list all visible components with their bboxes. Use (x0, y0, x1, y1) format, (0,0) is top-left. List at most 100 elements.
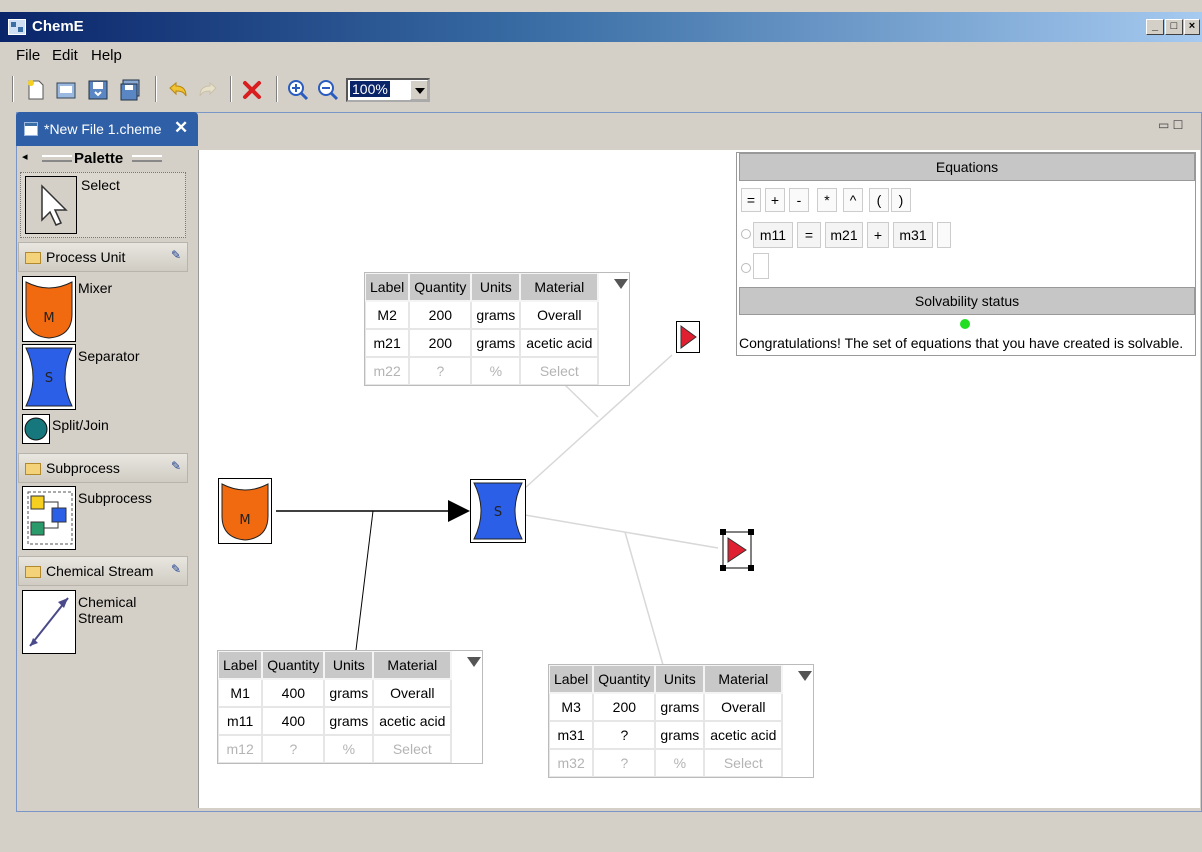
cell[interactable]: M2 (363, 300, 411, 330)
chevron-down-icon[interactable] (410, 80, 428, 100)
col-units: Units (654, 664, 706, 694)
cell[interactable]: Select (372, 734, 453, 764)
palette-item-split-join[interactable]: Split/Join (22, 414, 182, 446)
zoom-select[interactable]: 100% (346, 78, 430, 102)
palette-header[interactable]: ◂ Palette (18, 148, 190, 170)
close-window-button[interactable]: × (1184, 19, 1200, 35)
cell[interactable]: grams (654, 720, 706, 750)
minimize-button[interactable]: _ (1146, 19, 1164, 35)
menu-help[interactable]: Help (91, 47, 122, 64)
cell[interactable]: 400 (261, 706, 326, 736)
operator-equals-button[interactable]: = (741, 188, 761, 212)
cell[interactable]: M3 (547, 692, 595, 722)
palette-item-separator[interactable]: S Separator (22, 344, 182, 410)
cell[interactable]: m21 (363, 328, 411, 358)
separator-letter: S (494, 505, 502, 520)
palette-item-subprocess[interactable]: Subprocess (22, 486, 182, 550)
cell[interactable]: 200 (592, 692, 657, 722)
pin-icon[interactable]: ✎ (171, 459, 181, 473)
drawer-chemical-stream[interactable]: Chemical Stream ✎ (18, 556, 188, 586)
zoom-in-icon[interactable] (286, 78, 310, 102)
operator-open-paren-button[interactable]: ( (869, 188, 889, 212)
cell[interactable]: m12 (216, 734, 264, 764)
window-title: ChemE (32, 18, 84, 35)
open-file-icon[interactable] (54, 78, 78, 102)
maximize-button[interactable]: □ (1165, 19, 1183, 35)
cell[interactable]: acetic acid (703, 720, 784, 750)
cell[interactable]: Overall (519, 300, 600, 330)
palette-item-chemical-stream[interactable]: Chemical Stream (22, 590, 182, 654)
cell[interactable]: m11 (216, 706, 264, 736)
table-menu-triangle-icon[interactable] (798, 671, 812, 681)
pin-icon[interactable]: ✎ (171, 248, 181, 262)
save-icon[interactable] (86, 78, 110, 102)
equation-term[interactable]: m31 (893, 222, 933, 248)
cell[interactable]: grams (323, 706, 375, 736)
equation-empty-cell[interactable] (937, 222, 951, 248)
table-row-new: m12?% Select (216, 734, 453, 764)
cell[interactable]: ? (592, 748, 657, 778)
equation-radio[interactable] (741, 229, 751, 239)
status-bar (0, 814, 1202, 852)
operator-minus-button[interactable]: - (789, 188, 809, 212)
equation-operator[interactable]: + (867, 222, 889, 248)
toolbar-separator (155, 76, 157, 102)
operator-power-button[interactable]: ^ (843, 188, 863, 212)
editor-minmax-icon[interactable]: ▭ ☐ (1158, 118, 1183, 132)
delete-icon[interactable] (240, 78, 264, 102)
table-menu-triangle-icon[interactable] (614, 279, 628, 289)
redo-icon[interactable] (196, 78, 220, 102)
tab-new-file[interactable]: *New File 1.cheme ✕ (16, 112, 198, 146)
palette-item-mixer[interactable]: M Mixer (22, 276, 182, 342)
cell[interactable]: grams (323, 678, 375, 708)
cell[interactable]: % (470, 356, 522, 386)
cell[interactable]: % (654, 748, 706, 778)
operator-close-paren-button[interactable]: ) (891, 188, 911, 212)
stream-outlet-1[interactable] (676, 321, 700, 353)
cell[interactable]: Select (519, 356, 600, 386)
equation-term[interactable]: m11 (753, 222, 793, 248)
new-file-icon[interactable] (24, 78, 48, 102)
mixer-unit[interactable]: M (218, 478, 272, 544)
save-all-icon[interactable] (118, 78, 142, 102)
menu-file[interactable]: File (16, 47, 40, 64)
select-tool[interactable]: Select (20, 172, 186, 238)
cell[interactable]: acetic acid (372, 706, 453, 736)
new-equation-input[interactable] (753, 253, 769, 279)
operator-multiply-button[interactable]: * (817, 188, 837, 212)
cell[interactable]: ? (408, 356, 473, 386)
separator-unit[interactable]: S (470, 479, 526, 543)
cell[interactable]: 200 (408, 300, 473, 330)
zoom-out-icon[interactable] (316, 78, 340, 102)
cell[interactable]: grams (654, 692, 706, 722)
cell[interactable]: M1 (216, 678, 264, 708)
menu-edit[interactable]: Edit (52, 47, 78, 64)
table-menu-triangle-icon[interactable] (467, 657, 481, 667)
equation-operator[interactable]: = (797, 222, 821, 248)
cell[interactable]: Select (703, 748, 784, 778)
cell[interactable]: Overall (372, 678, 453, 708)
cell[interactable]: % (323, 734, 375, 764)
equation-radio[interactable] (741, 263, 751, 273)
pin-icon[interactable]: ✎ (171, 562, 181, 576)
cell[interactable]: m31 (547, 720, 595, 750)
stream-outlet-2[interactable] (718, 527, 756, 573)
pointer-icon (25, 176, 77, 234)
cell[interactable]: ? (592, 720, 657, 750)
cell[interactable]: grams (470, 328, 522, 358)
undo-icon[interactable] (166, 78, 190, 102)
cell[interactable]: m32 (547, 748, 595, 778)
cell[interactable]: Overall (703, 692, 784, 722)
cell[interactable]: acetic acid (519, 328, 600, 358)
cell[interactable]: 200 (408, 328, 473, 358)
close-tab-icon[interactable]: ✕ (174, 118, 188, 138)
operator-plus-button[interactable]: + (765, 188, 785, 212)
cell[interactable]: grams (470, 300, 522, 330)
drawer-subprocess[interactable]: Subprocess ✎ (18, 453, 188, 483)
equation-term[interactable]: m21 (825, 222, 863, 248)
collapse-left-icon[interactable]: ◂ (22, 150, 28, 163)
drawer-process-unit[interactable]: Process Unit ✎ (18, 242, 188, 272)
cell[interactable]: 400 (261, 678, 326, 708)
cell[interactable]: ? (261, 734, 326, 764)
cell[interactable]: m22 (363, 356, 411, 386)
